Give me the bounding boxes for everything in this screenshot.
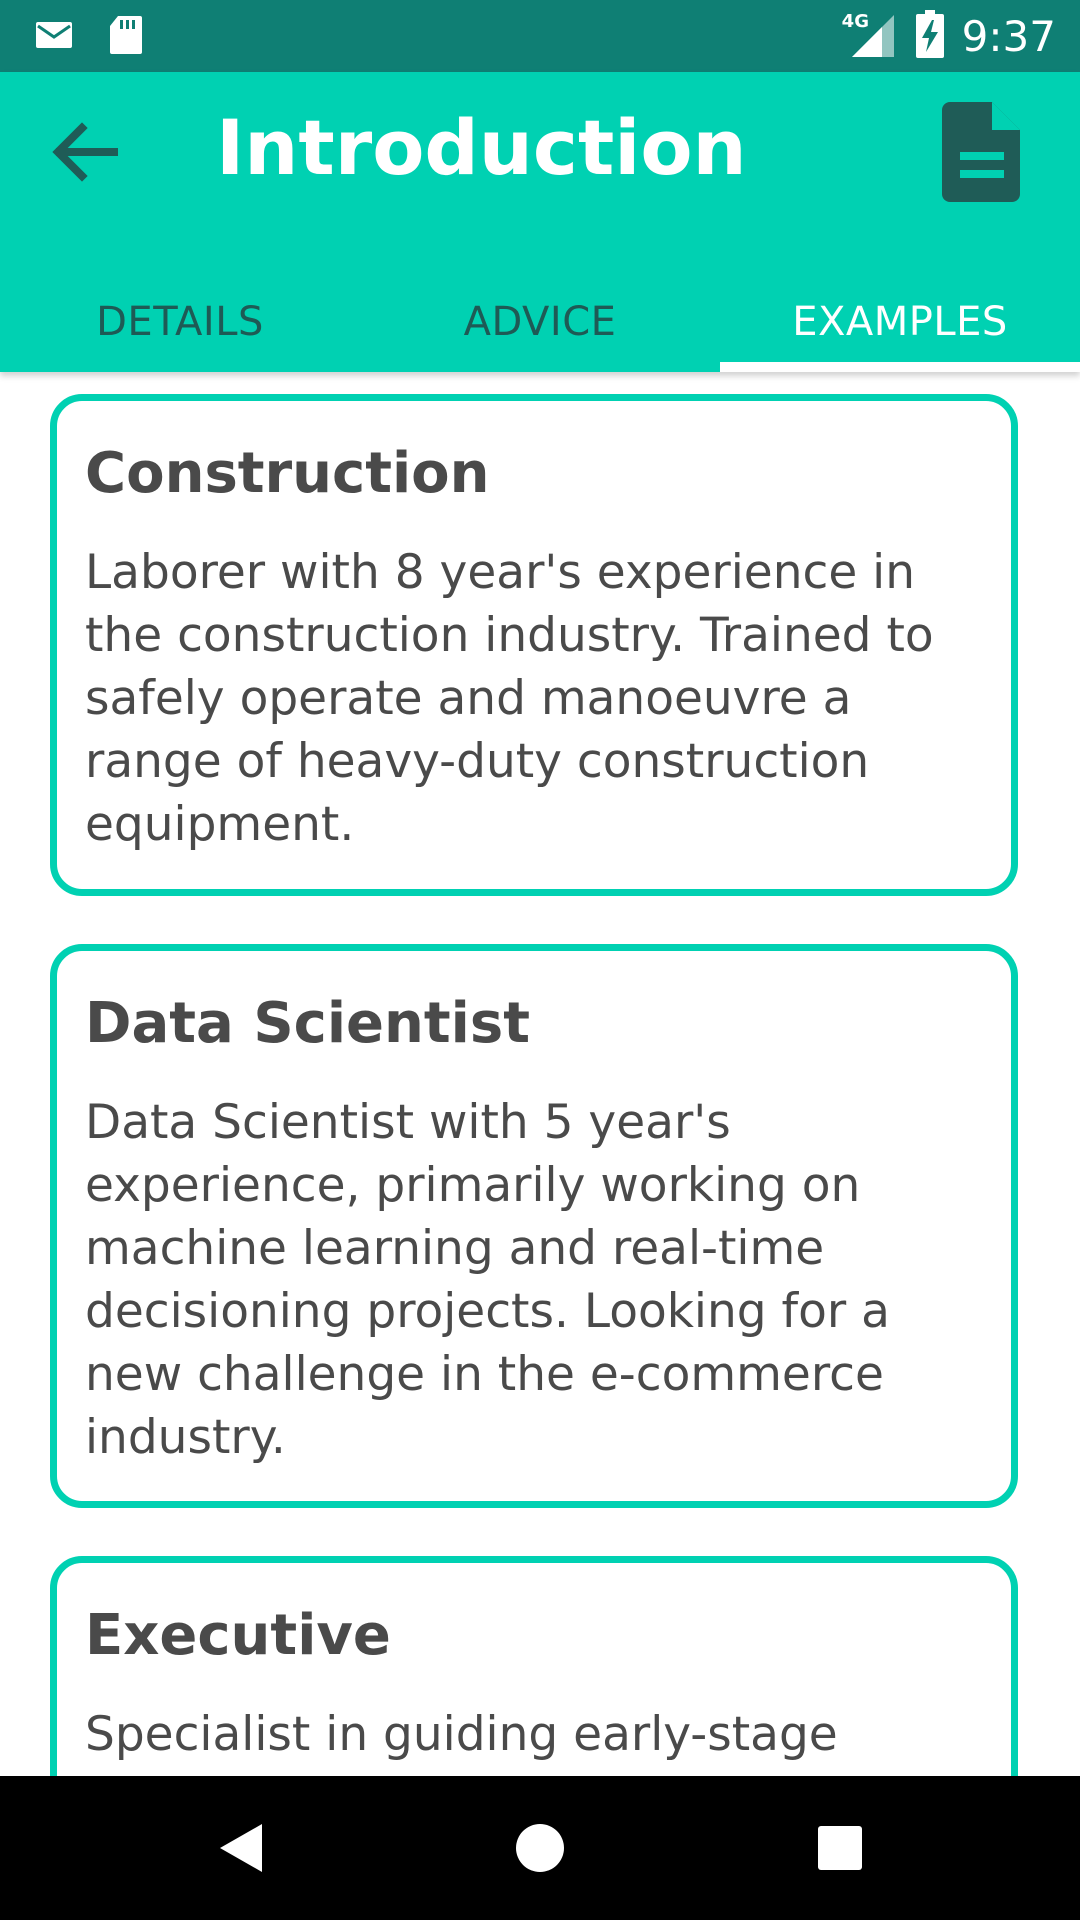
tab-examples[interactable]: EXAMPLES: [720, 282, 1080, 372]
example-card-data-scientist[interactable]: Data Scientist Data Scientist with 5 yea…: [50, 944, 1018, 1508]
nav-recents-icon: [810, 1826, 870, 1882]
tab-bar: DETAILS ADVICE EXAMPLES: [0, 282, 1080, 372]
email-icon: [34, 18, 74, 57]
back-button[interactable]: [44, 112, 124, 192]
page-title: Introduction: [216, 103, 747, 192]
card-body: Data Scientist with 5 year's experience,…: [85, 1095, 890, 1465]
tab-advice[interactable]: ADVICE: [360, 282, 720, 372]
nav-recents-button[interactable]: [810, 1818, 870, 1878]
navigation-bar: [0, 1776, 1080, 1920]
clock: 9:37: [961, 11, 1056, 61]
nav-home-icon: [510, 1824, 570, 1882]
nav-home-button[interactable]: [510, 1818, 570, 1878]
examples-list[interactable]: Construction Laborer with 8 year's exper…: [0, 372, 1080, 1776]
status-bar: 4G 9:37: [0, 0, 1080, 72]
example-card-executive[interactable]: Executive Specialist in guiding early-st…: [50, 1556, 1018, 1776]
network-type-label: 4G: [841, 11, 869, 32]
card-body: Laborer with 8 year's experience in the …: [85, 545, 934, 852]
card-title: Data Scientist: [85, 991, 530, 1056]
document-button[interactable]: [942, 102, 1022, 202]
card-body: Specialist in guiding early-stage: [85, 1707, 838, 1762]
signal-icon: 4G: [842, 11, 898, 61]
app-bar: Introduction DETAILS ADVICE EXAMPLES: [0, 72, 1080, 372]
nav-back-icon: [210, 1824, 270, 1882]
nav-back-button[interactable]: [210, 1818, 270, 1878]
tab-details[interactable]: DETAILS: [0, 282, 360, 372]
battery-charging-icon: [915, 9, 944, 63]
example-card-construction[interactable]: Construction Laborer with 8 year's exper…: [50, 394, 1018, 896]
arrow-back-icon: [44, 122, 124, 196]
sd-card-icon: [108, 14, 144, 61]
card-title: Executive: [85, 1603, 391, 1668]
document-icon: [942, 102, 1022, 206]
card-title: Construction: [85, 441, 490, 506]
